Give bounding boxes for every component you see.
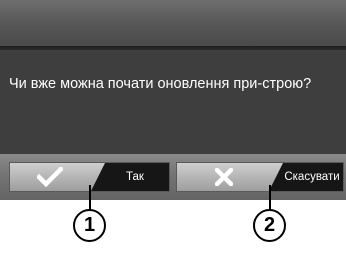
cancel-button-label: Скасувати: [269, 163, 343, 191]
checkmark-icon: [10, 163, 90, 191]
callout-1: 1: [73, 209, 106, 242]
button-bar: Так Скасувати: [0, 154, 346, 200]
title-bar: [0, 0, 346, 46]
confirm-button-label: Так: [91, 163, 169, 191]
callout-leader-2: [269, 185, 271, 212]
callout-2: 2: [253, 209, 286, 242]
message-area: Чи вже можна почати оновлення при-строю?: [0, 50, 346, 154]
device-screen: Чи вже можна почати оновлення при-строю?…: [0, 0, 346, 200]
callout-leader-1: [89, 185, 91, 212]
dialog-message: Чи вже можна почати оновлення при-строю?: [9, 76, 312, 92]
cross-icon: [177, 163, 271, 191]
cancel-button[interactable]: Скасувати: [176, 162, 344, 192]
